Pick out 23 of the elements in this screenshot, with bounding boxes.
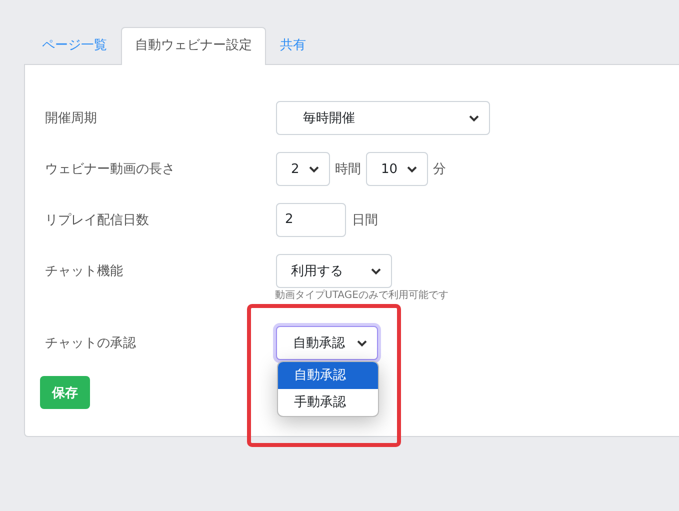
chevron-down-icon xyxy=(407,166,417,172)
select-field[interactable]: 自動承認 xyxy=(276,326,378,360)
unit-label: 分 xyxy=(433,161,446,178)
chevron-down-icon xyxy=(309,166,319,172)
select-field[interactable]: 利用する xyxy=(276,254,392,288)
field-label: ウェビナー動画の長さ xyxy=(44,161,176,178)
chevron-down-icon xyxy=(371,268,381,274)
field-label: リプレイ配信日数 xyxy=(44,212,150,229)
select-field[interactable]: 2 xyxy=(276,152,330,186)
unit-label: 時間 xyxy=(335,161,361,178)
field-label: チャット機能 xyxy=(44,263,124,280)
field-label: 開催周期 xyxy=(44,110,98,127)
number-field[interactable]: 2 xyxy=(276,203,346,237)
dropdown-option[interactable]: 手動承認 xyxy=(278,389,378,416)
chevron-down-icon xyxy=(357,340,367,346)
dropdown-option[interactable]: 自動承認 xyxy=(278,362,378,389)
chevron-down-icon xyxy=(469,114,479,122)
field-label: チャットの承認 xyxy=(44,335,137,352)
help-text: 動画タイプUTAGEのみで利用可能です xyxy=(275,288,448,302)
tab[interactable]: 自動ウェビナー設定 xyxy=(121,27,266,65)
select-field[interactable]: 毎時開催 xyxy=(276,101,490,135)
select-field[interactable]: 10 xyxy=(366,152,428,186)
unit-label: 日間 xyxy=(352,212,378,229)
